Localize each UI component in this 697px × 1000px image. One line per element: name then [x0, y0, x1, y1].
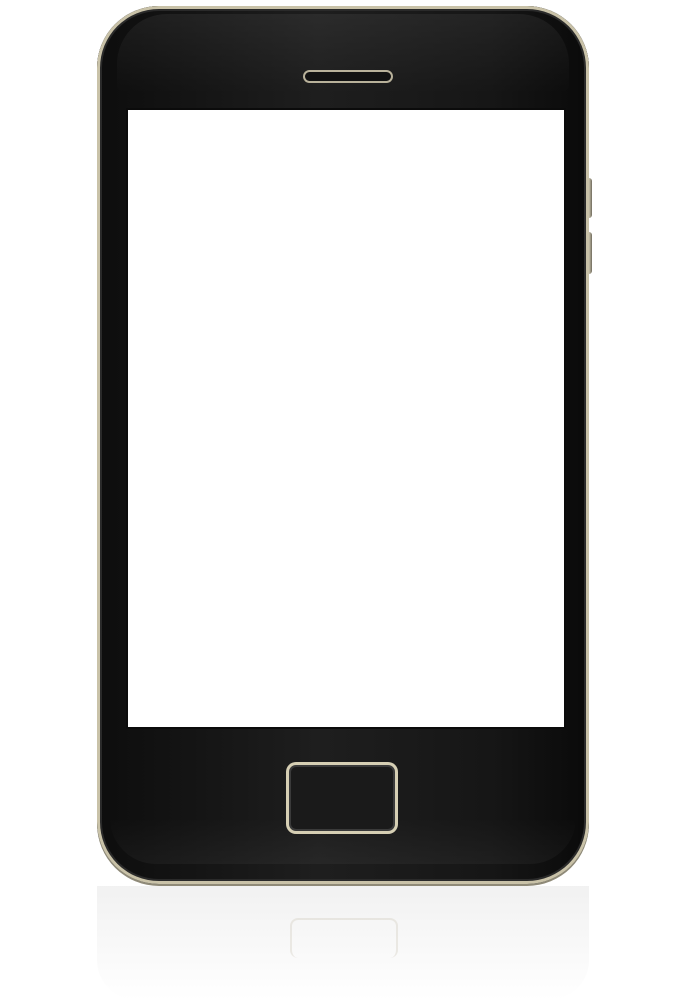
- speaker-grille-icon: [303, 70, 393, 83]
- stage: [0, 0, 697, 1000]
- phone-screen[interactable]: [128, 110, 564, 727]
- home-button[interactable]: [286, 762, 398, 834]
- home-button-reflection: [290, 918, 398, 958]
